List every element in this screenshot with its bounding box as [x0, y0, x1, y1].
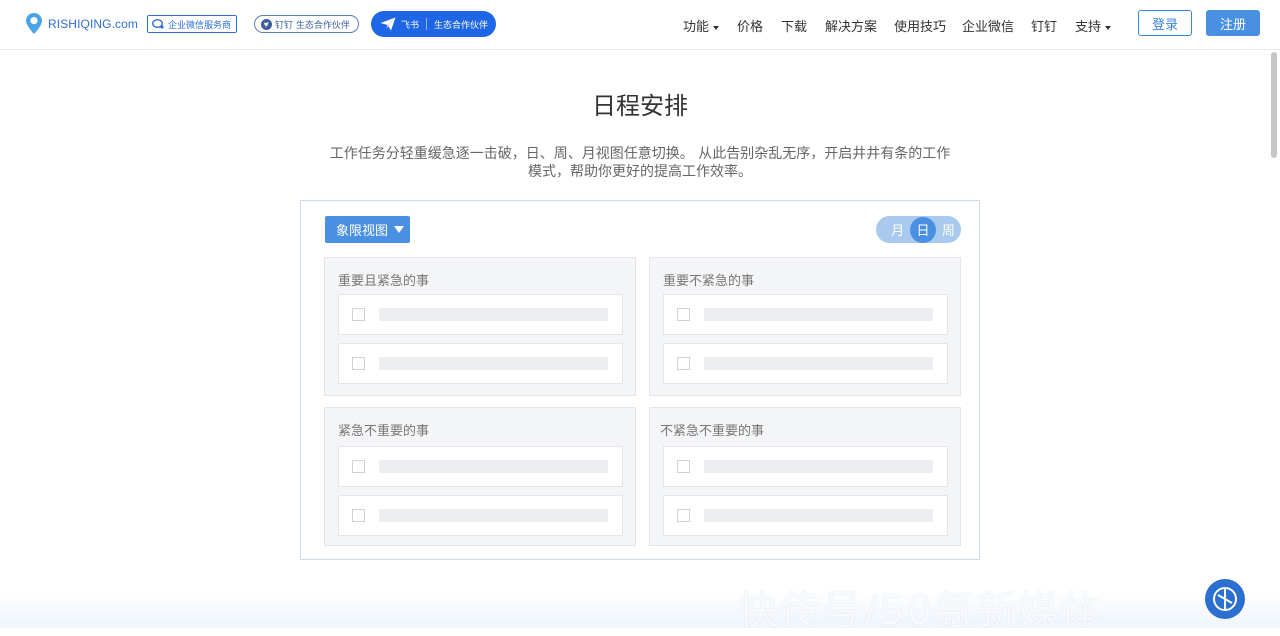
task-checkbox[interactable] [352, 509, 365, 522]
quadrant-title: 重要不紧急的事 [663, 274, 755, 289]
quadrant-title: 紧急不重要的事 [338, 424, 430, 439]
register-button[interactable]: 注册 [1206, 10, 1260, 36]
feishu-paper-plane-icon [380, 17, 396, 31]
task-checkbox[interactable] [677, 357, 690, 370]
quadrant-view-dropdown[interactable]: 象限视图 [325, 216, 410, 243]
task-checkbox[interactable] [352, 308, 365, 321]
dingtalk-badge-label: 钉钉 生态合作伙伴 [275, 20, 350, 31]
wechat-work-icon [152, 19, 164, 29]
nav-item-download[interactable]: 下载 [781, 16, 807, 35]
task-checkbox[interactable] [352, 460, 365, 473]
task-checkbox[interactable] [677, 308, 690, 321]
quadrant-title: 不紧急不重要的事 [660, 424, 765, 439]
nav-item-pricing[interactable]: 价格 [737, 16, 763, 35]
quadrant-title: 重要且紧急的事 [338, 274, 430, 289]
task-placeholder [704, 357, 933, 370]
task-placeholder [379, 357, 608, 370]
task-item [663, 446, 948, 487]
quadrant-important-urgent: 重要且紧急的事 [324, 257, 636, 396]
switch-day[interactable]: 日 [910, 216, 936, 243]
nav-item-wechat-work[interactable]: 企业微信 [962, 16, 1014, 35]
nav-item-features[interactable]: 功能 [683, 16, 720, 35]
nav-item-support[interactable]: 支持 [1075, 16, 1112, 35]
floating-logo-button[interactable] [1205, 579, 1245, 619]
nav-item-solutions[interactable]: 解决方案 [825, 16, 877, 35]
feishu-partner-badge[interactable]: 飞书 生态合作伙伴 [371, 11, 496, 37]
triangle-down-icon [394, 226, 405, 233]
task-placeholder [704, 308, 933, 321]
location-pin-icon [26, 13, 42, 34]
task-checkbox[interactable] [677, 460, 690, 473]
section-description: 工作任务分轻重缓急逐一击破，日、周、月视图任意切换。 从此告别杂乱无序，开启井井… [322, 145, 958, 181]
nav-item-label: 支持 [1075, 20, 1102, 35]
floating-logo-icon [1213, 587, 1237, 611]
task-placeholder [379, 509, 608, 522]
wechat-work-badge-label: 企业微信服务商 [168, 20, 232, 31]
caret-down-icon [713, 25, 720, 30]
logo-text: RISHIQING.com [48, 17, 138, 31]
section-title: 日程安排 [592, 92, 688, 120]
wechat-work-partner-badge[interactable]: 企业微信服务商 [147, 15, 238, 33]
nav-item-tips[interactable]: 使用技巧 [894, 16, 946, 35]
watermark-text: 快传号/50氪新媒体 [738, 588, 1103, 634]
view-dropdown-label: 象限视图 [336, 224, 389, 239]
description-line-2: 模式，帮助你更好的提高工作效率。 [528, 164, 752, 180]
task-item [663, 343, 948, 384]
quadrant-urgent-not-important: 紧急不重要的事 [324, 407, 636, 546]
feishu-badge-name: 飞书 [401, 20, 420, 31]
period-switch: 月 日 周 [876, 216, 961, 243]
task-item [663, 495, 948, 536]
feishu-badge-divider [426, 18, 428, 30]
task-item [338, 294, 623, 335]
caret-down-icon [1105, 25, 1112, 30]
nav-item-label: 功能 [683, 20, 710, 35]
top-navbar: RISHIQING.com 企业微信服务商 钉钉 生态合作伙伴 飞书 生态合作伙… [0, 0, 1280, 50]
task-placeholder [379, 460, 608, 473]
switch-month[interactable]: 月 [885, 217, 910, 243]
task-item [338, 343, 623, 384]
task-placeholder [379, 308, 608, 321]
schedule-demo-card: 象限视图 月 日 周 重要且紧急的事 重要不紧急的事 紧急不重要的事 不紧急不重… [300, 200, 980, 560]
nav-item-dingtalk[interactable]: 钉钉 [1031, 16, 1057, 35]
page-scrollbar[interactable] [1271, 52, 1277, 158]
feishu-badge-label: 生态合作伙伴 [434, 20, 489, 31]
dingtalk-partner-badge[interactable]: 钉钉 生态合作伙伴 [254, 15, 359, 33]
dingtalk-icon [261, 18, 272, 30]
switch-week[interactable]: 周 [936, 217, 961, 243]
task-placeholder [704, 460, 933, 473]
task-checkbox[interactable] [352, 357, 365, 370]
quadrant-not-urgent-not-important: 不紧急不重要的事 [649, 407, 961, 546]
task-item [338, 446, 623, 487]
task-checkbox[interactable] [677, 509, 690, 522]
site-logo[interactable]: RISHIQING.com [26, 12, 138, 36]
task-item [663, 294, 948, 335]
task-placeholder [704, 509, 933, 522]
quadrant-important-not-urgent: 重要不紧急的事 [649, 257, 961, 396]
description-line-1: 工作任务分轻重缓急逐一击破，日、周、月视图任意切换。 从此告别杂乱无序，开启井井… [329, 146, 951, 162]
task-item [338, 495, 623, 536]
login-button[interactable]: 登录 [1138, 10, 1192, 36]
